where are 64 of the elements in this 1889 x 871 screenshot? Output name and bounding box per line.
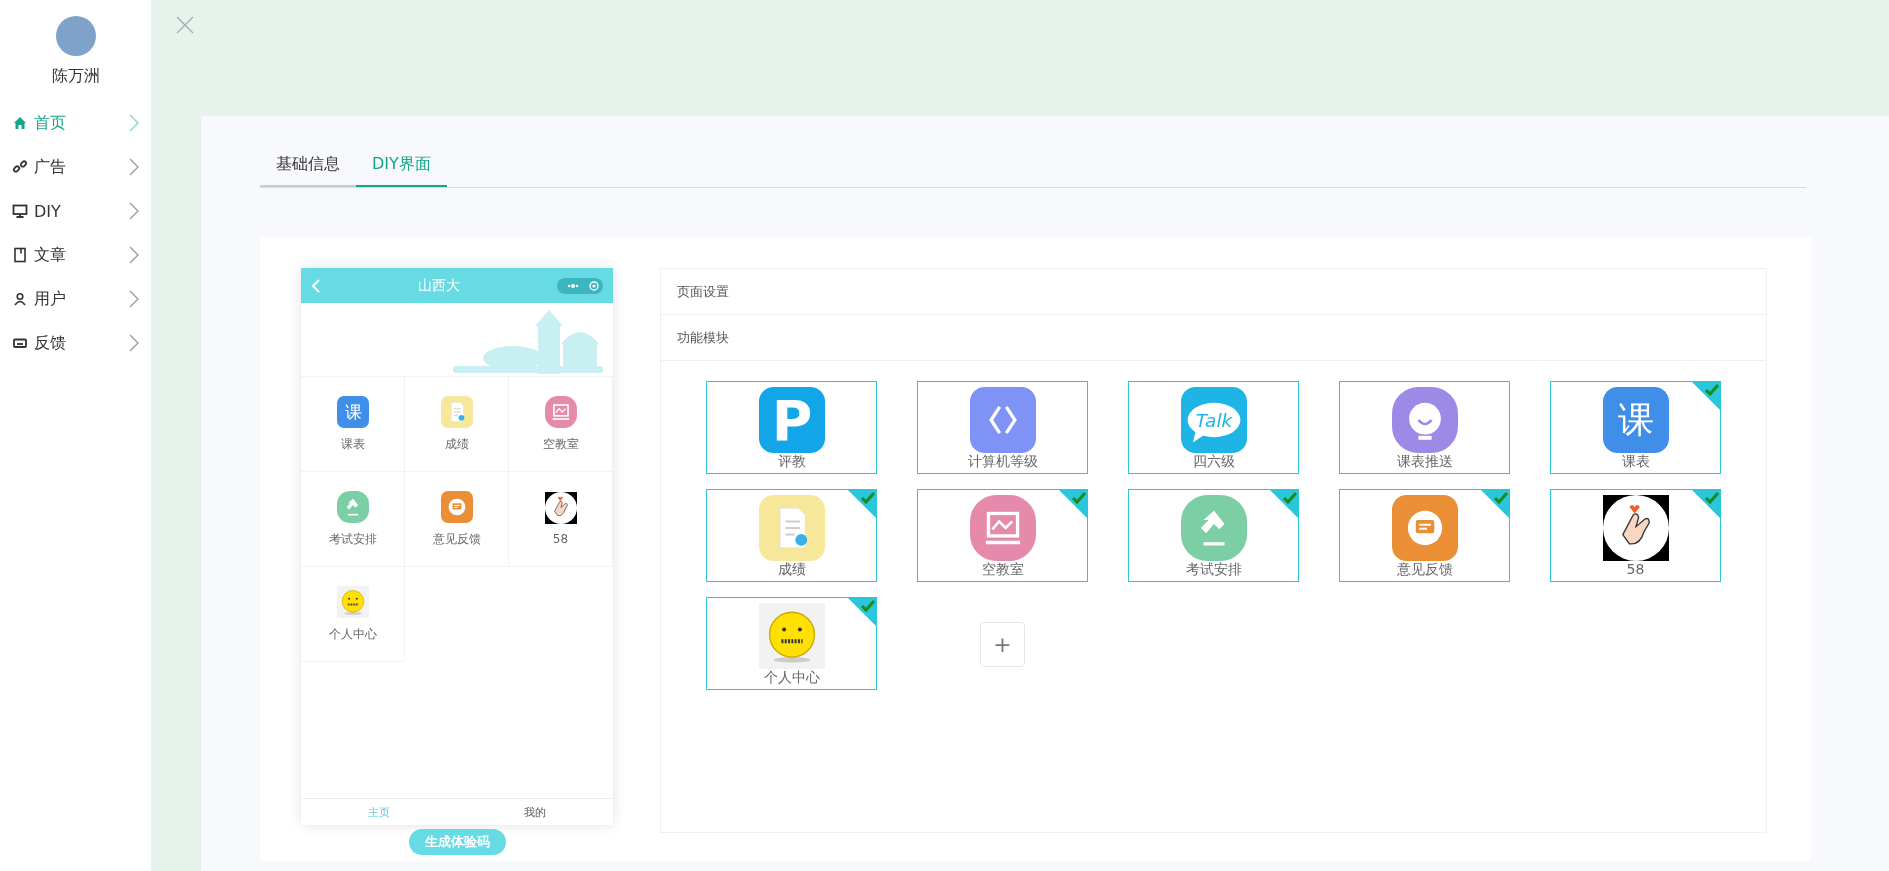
emoji-face-icon xyxy=(336,585,369,618)
book-icon xyxy=(12,247,28,263)
chevron-right-icon xyxy=(129,114,139,132)
capsule-menu-icon[interactable] xyxy=(557,277,603,294)
module-tile[interactable]: 课 课表 xyxy=(1550,381,1721,474)
user-icon xyxy=(12,291,28,307)
sidebar-item[interactable]: 用户 xyxy=(0,277,151,321)
chevron-logo-icon xyxy=(969,387,1036,453)
sidebar-item[interactable]: 文章 xyxy=(0,233,151,277)
module-tile[interactable]: 58 xyxy=(1550,489,1721,582)
phone-grid-item[interactable]: 空教室 xyxy=(509,377,613,472)
home-icon xyxy=(12,115,28,131)
module-tile[interactable]: 空教室 xyxy=(917,489,1088,582)
section-header[interactable]: 功能模块 xyxy=(661,315,1766,361)
module-tile[interactable]: 计算机等级 xyxy=(917,381,1088,474)
sidebar-item[interactable]: 反馈 xyxy=(0,321,151,365)
phone-grid-item[interactable]: 成绩 xyxy=(405,377,509,472)
certificate-icon xyxy=(758,495,825,561)
p-logo-icon: P xyxy=(758,387,825,453)
robot-head-icon xyxy=(1391,387,1458,453)
whiteboard-icon xyxy=(969,495,1036,561)
sidebar-item[interactable]: 广告 xyxy=(0,145,151,189)
module-tile[interactable]: 意见反馈 xyxy=(1339,489,1510,582)
chevron-right-icon xyxy=(129,246,139,264)
chat-bubble-icon xyxy=(1391,495,1458,561)
phone-title: 山西大 xyxy=(417,276,461,295)
chevron-right-icon xyxy=(129,334,139,352)
close-icon[interactable] xyxy=(176,16,194,34)
module-tile[interactable]: P 评教 xyxy=(706,381,877,474)
tab[interactable]: 基础信息 xyxy=(260,146,356,187)
link-icon xyxy=(12,159,28,175)
bottom-tab[interactable]: 我的 xyxy=(457,799,613,825)
emoji-face-icon xyxy=(758,603,825,669)
hammer-icon xyxy=(336,490,369,523)
user-name: 陈万洲 xyxy=(51,66,100,87)
phone-grid-item[interactable]: 58 xyxy=(509,472,613,567)
add-module-button[interactable]: + xyxy=(980,622,1025,667)
phone-grid-item[interactable]: 意见反馈 xyxy=(405,472,509,567)
avatar-photo-placeholder xyxy=(55,16,96,56)
finger-heart-icon xyxy=(1602,495,1669,561)
course-icon: 课 xyxy=(336,395,369,428)
module-tile[interactable]: 个人中心 xyxy=(706,597,877,690)
module-tile[interactable]: 课表推送 xyxy=(1339,381,1510,474)
module-tile[interactable]: Talk 四六级 xyxy=(1128,381,1299,474)
finger-heart-icon xyxy=(544,492,577,524)
chevron-right-icon xyxy=(129,202,139,220)
sidebar-item[interactable]: DIY xyxy=(0,189,151,233)
talk-bubble-icon: Talk xyxy=(1180,387,1247,453)
chat-bubble-icon xyxy=(440,490,473,523)
phone-grid-item[interactable]: 课 课表 xyxy=(301,377,405,472)
whiteboard-icon xyxy=(544,395,577,428)
course-icon: 课 xyxy=(1602,387,1669,453)
back-icon[interactable] xyxy=(311,278,321,293)
module-tile[interactable]: 考试安排 xyxy=(1128,489,1299,582)
monitor-icon xyxy=(12,203,28,219)
chevron-right-icon xyxy=(129,158,139,176)
certificate-icon xyxy=(440,395,473,428)
chevron-right-icon xyxy=(129,290,139,308)
phone-grid-item[interactable]: 考试安排 xyxy=(301,472,405,567)
section-header[interactable]: 页面设置 xyxy=(661,269,1766,315)
hammer-icon xyxy=(1180,495,1247,561)
module-tile[interactable]: 成绩 xyxy=(706,489,877,582)
sidebar-item[interactable]: 首页 xyxy=(0,101,151,145)
phone-grid-item[interactable]: 个人中心 xyxy=(301,567,405,662)
